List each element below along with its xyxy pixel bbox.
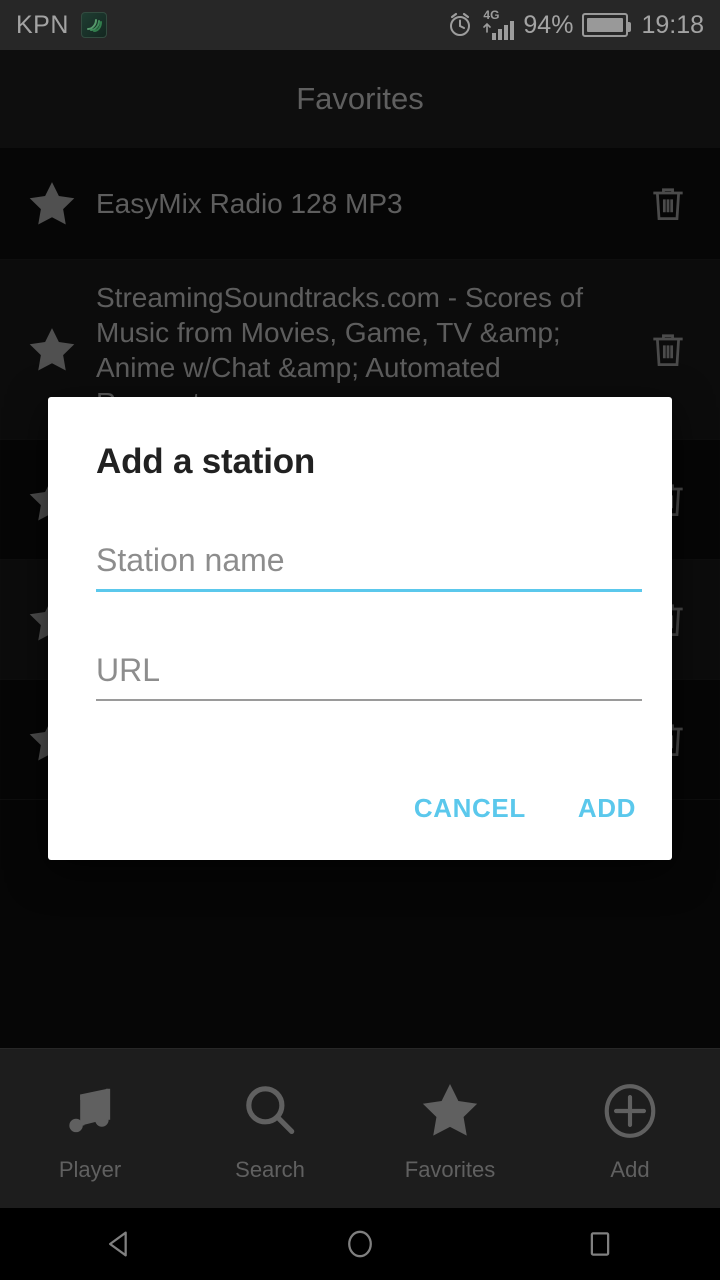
dialog-title: Add a station bbox=[96, 442, 316, 481]
url-field[interactable] bbox=[96, 652, 642, 701]
station-name-input[interactable] bbox=[96, 542, 642, 589]
cancel-button[interactable]: CANCEL bbox=[414, 793, 526, 824]
station-name-field[interactable] bbox=[96, 542, 642, 592]
add-station-dialog: Add a station CANCEL ADD bbox=[48, 397, 672, 860]
url-underline bbox=[96, 699, 642, 701]
station-name-underline bbox=[96, 589, 642, 592]
dialog-actions: CANCEL ADD bbox=[414, 793, 636, 824]
url-input[interactable] bbox=[96, 652, 642, 699]
phone-screen: KPN 4G 94% 19:18 Favorites EasyMix Radio… bbox=[0, 0, 720, 1280]
add-button[interactable]: ADD bbox=[578, 793, 636, 824]
